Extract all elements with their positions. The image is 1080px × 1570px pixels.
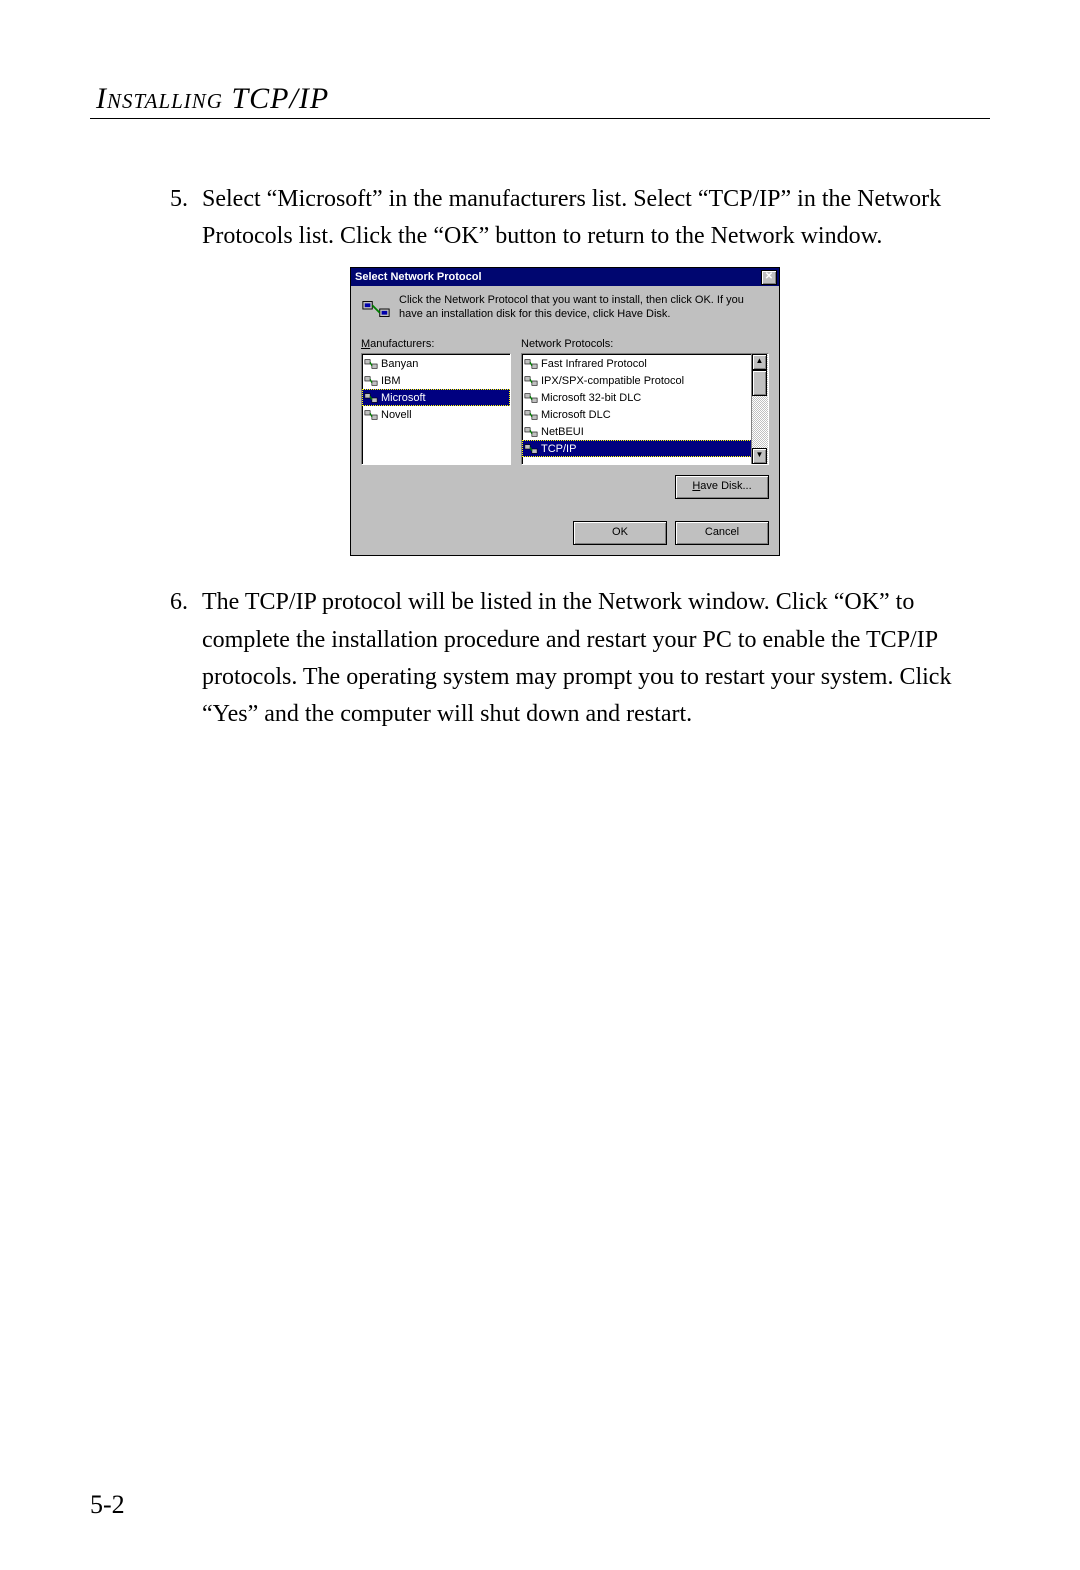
step-6-text: The TCP/IP protocol will be listed in th… <box>202 584 980 733</box>
list-item[interactable]: NetBEUI <box>522 423 752 440</box>
protocols-label: Network Protocols: <box>521 338 769 350</box>
dialog-body: Click the Network Protocol that you want… <box>351 286 779 555</box>
list-item-label: IPX/SPX-compatible Protocol <box>541 375 684 387</box>
dialog-columns: Manufacturers: BanyanIBMMicrosoftNovell … <box>361 338 769 465</box>
step-6-number: 6. <box>150 584 202 733</box>
scroll-down-icon[interactable]: ▼ <box>752 448 767 464</box>
list-item-label: Banyan <box>381 358 418 370</box>
have-disk-row: Have Disk... <box>361 475 769 499</box>
list-item-label: Fast Infrared Protocol <box>541 358 647 370</box>
manufacturers-label-rest: anufacturers: <box>370 338 434 350</box>
protocols-scrollbar[interactable]: ▲ ▼ <box>751 354 768 464</box>
heading-rule <box>90 118 990 119</box>
step-6: 6. The TCP/IP protocol will be listed in… <box>150 584 980 733</box>
manufacturers-label-accel: M <box>361 338 370 350</box>
page-title: Installing TCP/IP <box>96 82 990 116</box>
list-item[interactable]: Microsoft 32-bit DLC <box>522 389 752 406</box>
network-protocol-icon <box>361 294 391 324</box>
protocol-icon <box>524 374 538 388</box>
step-5: 5. Select “Microsoft” in the manufacture… <box>150 181 980 255</box>
list-item-label: Microsoft 32-bit DLC <box>541 392 641 404</box>
protocol-icon <box>524 442 538 456</box>
protocols-column: Network Protocols: Fast Infrared Protoco… <box>521 338 769 465</box>
list-item-label: Novell <box>381 409 412 421</box>
have-disk-rest: ave Disk... <box>700 480 751 492</box>
protocol-icon <box>524 408 538 422</box>
list-item[interactable]: IPX/SPX-compatible Protocol <box>522 372 752 389</box>
dialog-title-text: Select Network Protocol <box>355 271 482 283</box>
ok-button[interactable]: OK <box>573 521 667 545</box>
select-network-protocol-dialog: Select Network Protocol ✕ <box>350 267 780 556</box>
list-item-label: Microsoft <box>381 392 426 404</box>
cancel-button[interactable]: Cancel <box>675 521 769 545</box>
protocol-icon <box>524 357 538 371</box>
figure-wrap: Select Network Protocol ✕ <box>150 267 980 556</box>
manufacturers-listbox[interactable]: Banyan IBM Microsoft Novell <box>361 353 511 465</box>
list-item[interactable]: Microsoft <box>362 389 510 406</box>
scroll-up-icon[interactable]: ▲ <box>752 354 767 370</box>
ok-cancel-row: OK Cancel <box>361 521 769 545</box>
protocol-icon <box>364 357 378 371</box>
dialog-intro-text: Click the Network Protocol that you want… <box>399 294 769 322</box>
protocol-icon <box>364 408 378 422</box>
list-item-label: IBM <box>381 375 401 387</box>
manufacturers-label: Manufacturers: <box>361 338 511 350</box>
list-item-label: Microsoft DLC <box>541 409 611 421</box>
list-item[interactable]: Banyan <box>362 355 510 372</box>
protocol-icon <box>524 391 538 405</box>
list-item[interactable]: TCP/IP <box>522 440 752 457</box>
protocol-icon <box>524 425 538 439</box>
dialog-intro-row: Click the Network Protocol that you want… <box>361 294 769 324</box>
protocol-icon <box>364 391 378 405</box>
list-item[interactable]: Novell <box>362 406 510 423</box>
have-disk-button[interactable]: Have Disk... <box>675 475 769 499</box>
list-item[interactable]: IBM <box>362 372 510 389</box>
content-block: 5. Select “Microsoft” in the manufacture… <box>150 181 980 733</box>
protocol-icon <box>364 374 378 388</box>
page-number: 5-2 <box>90 1490 125 1520</box>
dialog-titlebar: Select Network Protocol ✕ <box>351 268 779 286</box>
step-5-text: Select “Microsoft” in the manufacturers … <box>202 181 980 255</box>
list-item[interactable]: Fast Infrared Protocol <box>522 355 752 372</box>
step-5-number: 5. <box>150 181 202 255</box>
scroll-thumb[interactable] <box>752 370 767 396</box>
list-item[interactable]: Microsoft DLC <box>522 406 752 423</box>
manufacturers-column: Manufacturers: Banyan IBM Microsoft Novell <box>361 338 511 465</box>
close-icon[interactable]: ✕ <box>761 270 777 285</box>
protocols-listbox[interactable]: Fast Infrared Protocol IPX/SPX-compatible… <box>521 353 769 465</box>
page: Installing TCP/IP 5. Select “Microsoft” … <box>0 0 1080 1570</box>
list-item-label: TCP/IP <box>541 443 576 455</box>
list-item-label: NetBEUI <box>541 426 584 438</box>
